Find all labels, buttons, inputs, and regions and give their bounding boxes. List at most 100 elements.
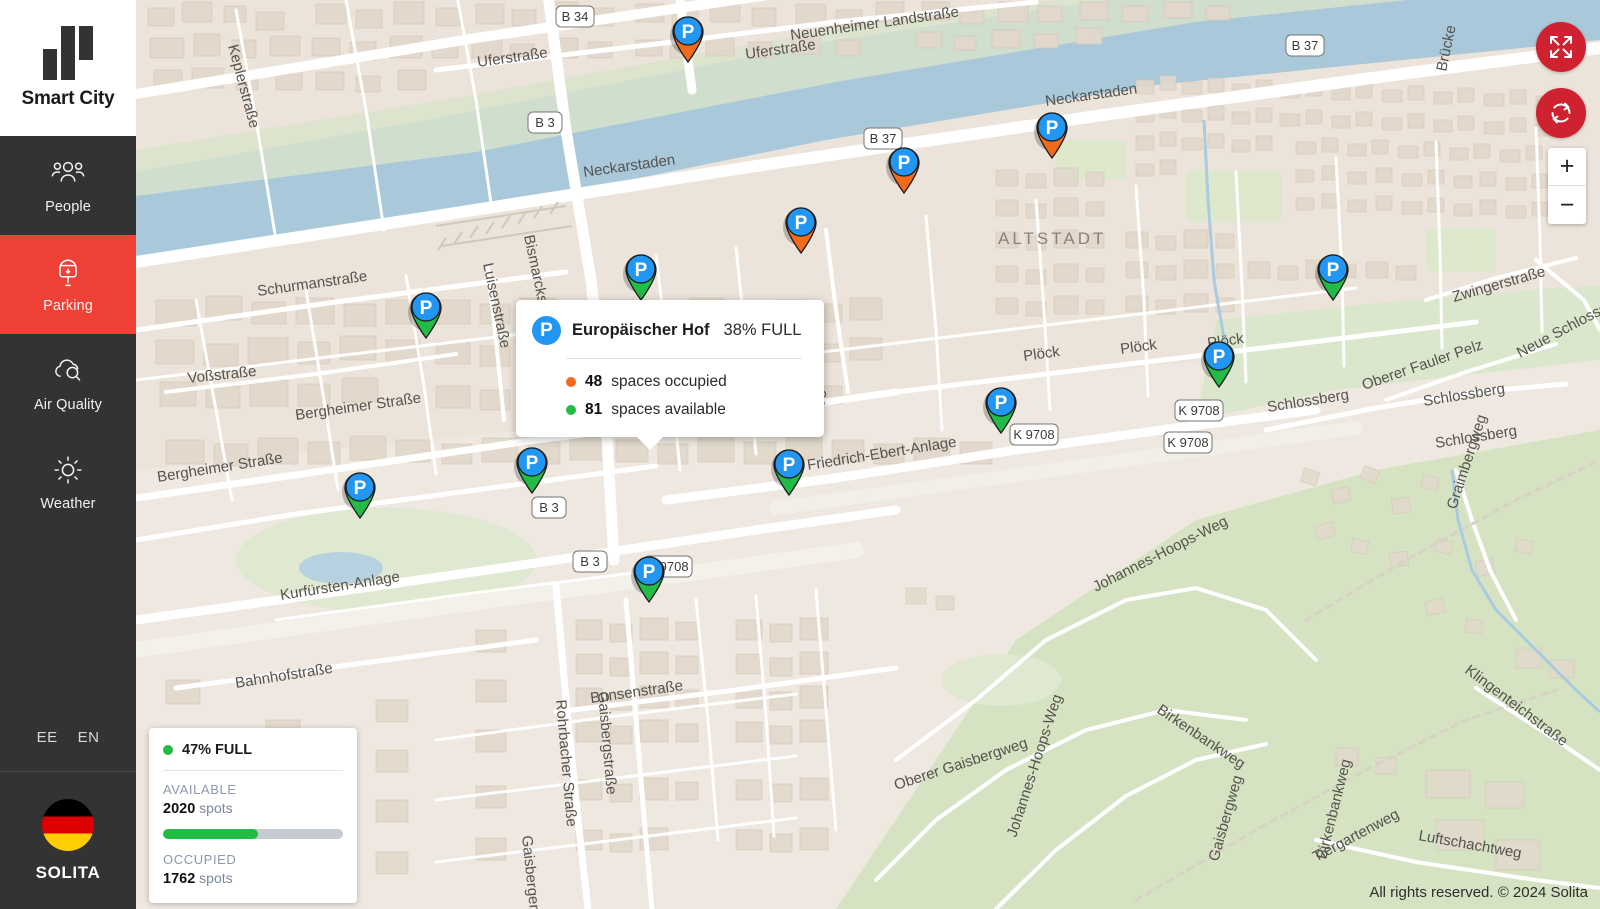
map-view[interactable]: .lbl { font-family:"Liberation Sans",san…: [136, 0, 1600, 909]
fullscreen-icon: [1550, 36, 1572, 58]
brand-header[interactable]: Smart City: [0, 0, 136, 136]
map-pin-icon: P: [670, 16, 704, 64]
map-pin-icon: P: [886, 147, 920, 195]
parking-marker-4[interactable]: P: [781, 203, 821, 255]
popup-percent-full: 38% FULL: [723, 321, 802, 339]
popup-parking-icon: P: [532, 316, 561, 345]
popup-divider: [566, 358, 802, 359]
parking-marker-7[interactable]: P: [1313, 250, 1353, 302]
map-copyright: All rights reserved. © 2024 Solita: [1369, 884, 1588, 901]
popup-occupied-value: 48: [585, 373, 603, 390]
map-pin-icon: P: [1315, 254, 1349, 302]
occupied-dot-icon: [566, 377, 576, 387]
map-pin-icon: P: [623, 254, 657, 302]
people-icon: [51, 156, 85, 190]
map-pin-icon: P: [514, 447, 548, 495]
available-unit: spots: [199, 800, 233, 816]
available-dot-icon: [566, 405, 576, 415]
svg-text:P: P: [526, 453, 539, 474]
language-option-ee[interactable]: EE: [37, 729, 58, 746]
cloud-search-icon: [51, 354, 85, 388]
sidebar-item-parking[interactable]: Parking: [0, 235, 136, 334]
status-dot-icon: [163, 745, 173, 755]
popup-row-occupied: 48 spaces occupied: [566, 373, 802, 391]
footer-brand-name: SOLITA: [35, 862, 101, 882]
sidebar-item-label-weather: Weather: [40, 496, 96, 512]
svg-text:P: P: [995, 393, 1008, 414]
brand-name: Smart City: [21, 88, 115, 109]
parking-marker-9[interactable]: P: [981, 383, 1021, 435]
svg-text:K 9708: K 9708: [1178, 403, 1219, 418]
map-pin-icon: P: [771, 449, 805, 497]
sidebar: Smart City People Parking Air Quality We…: [0, 0, 136, 909]
svg-text:B 3: B 3: [580, 554, 600, 569]
sidebar-item-label-parking: Parking: [43, 298, 93, 314]
parking-marker-10[interactable]: P: [512, 443, 552, 495]
parking-marker-2[interactable]: P: [1032, 108, 1072, 160]
available-value-row: 2020 spots: [163, 800, 343, 817]
occupied-unit: spots: [199, 870, 233, 886]
svg-text:P: P: [682, 22, 695, 43]
zoom-in-button[interactable]: +: [1548, 148, 1586, 186]
parking-marker-11[interactable]: P: [340, 468, 380, 520]
svg-text:B 3: B 3: [539, 500, 559, 515]
map-pin-icon: P: [342, 472, 376, 520]
refresh-button[interactable]: [1536, 88, 1586, 138]
svg-text:P: P: [783, 455, 796, 476]
occupancy-bar: [163, 829, 343, 839]
popup-title: Europäischer Hof: [572, 321, 710, 339]
footer-brand: SOLITA: [0, 772, 136, 909]
fullscreen-button[interactable]: [1536, 22, 1586, 72]
map-pin-icon: P: [983, 387, 1017, 435]
legend-percent-full: 47% FULL: [182, 742, 253, 758]
parking-marker-3[interactable]: P: [884, 143, 924, 195]
svg-text:P: P: [898, 153, 911, 174]
popup-available-text: spaces available: [611, 401, 726, 418]
occupied-value-row: 1762 spots: [163, 870, 343, 887]
legend-divider: [163, 770, 343, 771]
available-value: 2020: [163, 801, 196, 817]
parking-marker-6[interactable]: P: [406, 288, 446, 340]
parking-meter-icon: [51, 255, 85, 289]
parking-marker-13[interactable]: P: [629, 552, 669, 604]
parking-marker-12[interactable]: P: [769, 445, 809, 497]
map-district-label: ALTSTADT: [998, 229, 1106, 248]
map-pin-icon: P: [631, 556, 665, 604]
sidebar-item-people[interactable]: People: [0, 136, 136, 235]
map-pin-icon: P: [1034, 112, 1068, 160]
svg-text:P: P: [354, 478, 367, 499]
zoom-out-button[interactable]: −: [1548, 186, 1586, 224]
popup-occupied-text: spaces occupied: [611, 373, 727, 390]
parking-marker-5[interactable]: P: [621, 250, 661, 302]
parking-marker-1[interactable]: P: [668, 12, 708, 64]
svg-text:P: P: [795, 213, 808, 234]
svg-text:K 9708: K 9708: [1167, 435, 1208, 450]
germany-flag-icon: [42, 798, 94, 851]
svg-text:B 34: B 34: [562, 9, 589, 24]
svg-text:P: P: [643, 562, 656, 583]
parking-marker-8[interactable]: P: [1199, 337, 1239, 389]
language-option-en[interactable]: EN: [78, 729, 100, 746]
smart-city-app: Smart City People Parking Air Quality We…: [0, 0, 1600, 909]
refresh-icon: [1551, 102, 1571, 124]
zoom-controls: + −: [1548, 148, 1586, 224]
sidebar-nav: People Parking Air Quality Weather: [0, 136, 136, 532]
popup-row-available: 81 spaces available: [566, 401, 802, 419]
svg-text:P: P: [1327, 260, 1340, 281]
svg-text:P: P: [635, 260, 648, 281]
map-pin-icon: P: [1201, 341, 1235, 389]
sidebar-item-air-quality[interactable]: Air Quality: [0, 334, 136, 433]
popup-header: P Europäischer Hof 38% FULL: [532, 316, 802, 345]
svg-text:B 37: B 37: [1292, 38, 1319, 53]
available-label: AVAILABLE: [163, 782, 237, 797]
map-pin-icon: P: [783, 207, 817, 255]
occupied-label: OCCUPIED: [163, 852, 237, 867]
sidebar-item-label-air-quality: Air Quality: [34, 397, 102, 413]
parking-popup[interactable]: P Europäischer Hof 38% FULL 48 spaces oc…: [516, 300, 824, 450]
sidebar-item-label-people: People: [45, 199, 91, 215]
occupancy-bar-fill: [163, 829, 259, 839]
sidebar-item-weather[interactable]: Weather: [0, 433, 136, 532]
svg-text:P: P: [1213, 347, 1226, 368]
popup-available-value: 81: [585, 401, 603, 418]
